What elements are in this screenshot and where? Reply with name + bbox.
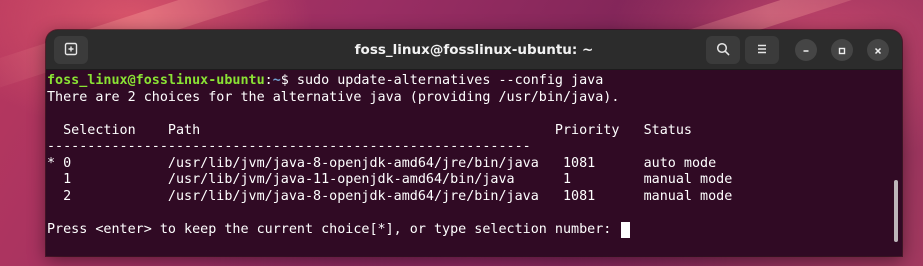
terminal-window: foss_linux@fosslinux-ubuntu: ~ foss_linu…	[46, 30, 902, 256]
maximize-icon	[837, 41, 847, 60]
search-button[interactable]	[706, 36, 740, 64]
table-divider: ----------------------------------------…	[47, 139, 531, 154]
terminal-output[interactable]: foss_linux@fosslinux-ubuntu:~$ sudo upda…	[46, 70, 902, 256]
prompt-symbol: $	[280, 73, 297, 88]
info-line: There are 2 choices for the alternative …	[47, 89, 620, 105]
new-tab-button[interactable]	[54, 36, 88, 64]
table-row: 1 /usr/lib/jvm/java-11-openjdk-amd64/bin…	[47, 172, 733, 187]
window-title: foss_linux@fosslinux-ubuntu: ~	[354, 42, 594, 58]
input-line[interactable]: Press <enter> to keep the current choice…	[47, 221, 902, 239]
title-bar[interactable]: foss_linux@fosslinux-ubuntu: ~	[46, 30, 902, 70]
minimize-button[interactable]	[795, 39, 817, 61]
search-icon	[716, 41, 730, 60]
text-cursor	[621, 221, 631, 238]
prompt-path: ~	[272, 73, 281, 88]
input-prompt: Press <enter> to keep the current choice…	[47, 221, 620, 237]
maximize-button[interactable]	[831, 39, 853, 61]
table-row: * 0 /usr/lib/jvm/java-8-openjdk-amd64/jr…	[47, 155, 717, 171]
menu-button[interactable]	[745, 36, 779, 64]
new-tab-icon	[64, 41, 78, 60]
scrollbar[interactable]	[894, 180, 898, 242]
prompt-user-host: foss_linux@fosslinux-ubuntu	[47, 73, 265, 88]
hamburger-menu-icon	[755, 41, 769, 60]
table-row: 2 /usr/lib/jvm/java-8-openjdk-amd64/jre/…	[47, 188, 733, 204]
table-header: Selection Path Priority Status	[47, 122, 692, 138]
command-text: sudo update-alternatives --config java	[296, 73, 604, 88]
close-icon	[873, 41, 883, 60]
command-line: foss_linux@fosslinux-ubuntu:~$ sudo upda…	[47, 73, 902, 90]
close-button[interactable]	[867, 39, 889, 61]
minimize-icon	[801, 41, 811, 60]
prompt-separator: :	[264, 73, 273, 88]
